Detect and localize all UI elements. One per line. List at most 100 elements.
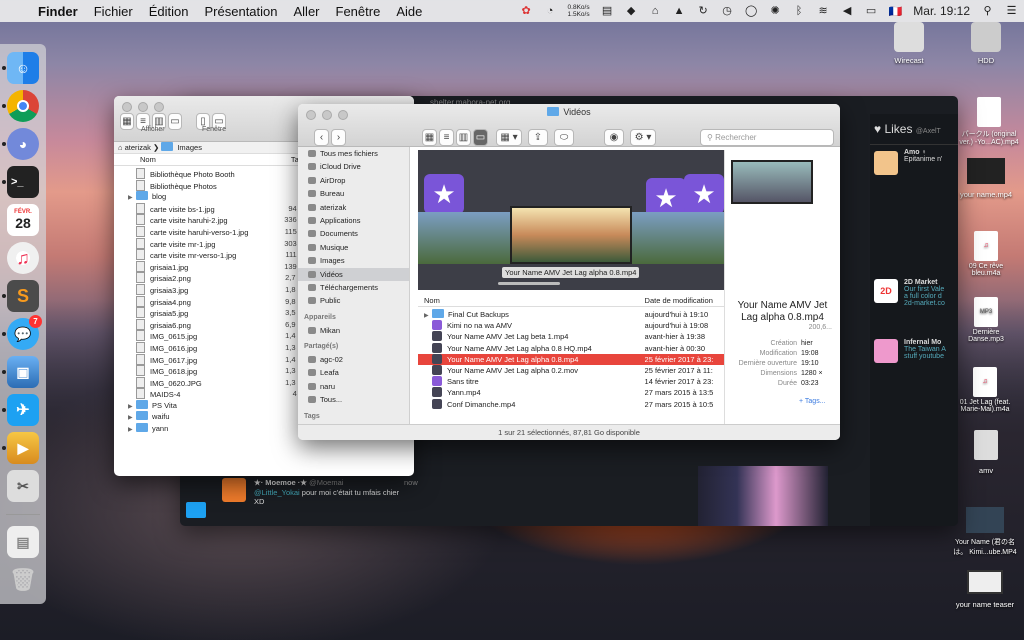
sync-icon[interactable]: ↻ bbox=[697, 5, 710, 18]
transmit-dock-icon[interactable]: ▶ bbox=[7, 432, 39, 464]
desktop-icon-hdd[interactable]: HDD bbox=[955, 22, 1017, 65]
sidebar-item-tous-[interactable]: Tous... bbox=[298, 393, 409, 406]
disclosure-triangle-icon[interactable]: ▶ bbox=[128, 413, 136, 423]
view-coverflow-button[interactable]: ▭ bbox=[168, 113, 182, 130]
twitter-dock-icon[interactable]: ✈ bbox=[7, 394, 39, 426]
finder-dock-icon[interactable]: ☺ bbox=[7, 52, 39, 84]
disclosure-triangle-icon[interactable]: ▶ bbox=[128, 425, 136, 435]
sidebar-item-tous-mes-fichiers[interactable]: Tous mes fichiers bbox=[298, 147, 409, 160]
zoom-button[interactable] bbox=[154, 102, 164, 112]
disclosure-triangle-icon[interactable]: ▶ bbox=[128, 193, 136, 203]
list-item[interactable]: ▶ Final Cut Backups aujourd'hui à 19:10 bbox=[418, 309, 724, 320]
brightness-icon[interactable]: ✺ bbox=[769, 5, 782, 18]
messages-dock-icon[interactable]: 💬 7 bbox=[7, 315, 42, 350]
view-icons-button[interactable]: ▦ bbox=[120, 113, 134, 130]
clock[interactable]: Mar. 19:12 bbox=[913, 4, 970, 18]
calendar-dock-icon[interactable]: FÉVR. 28 bbox=[7, 204, 39, 236]
sidebar-item-airdrop[interactable]: AirDrop bbox=[298, 174, 409, 187]
volume-icon[interactable]: ◀ bbox=[841, 5, 854, 18]
list-item[interactable]: Kimi no na wa AMV aujourd'hui à 19:08 bbox=[418, 320, 724, 331]
monitor-icon[interactable]: ▤ bbox=[601, 5, 614, 18]
terminal-dock-icon[interactable]: >_ bbox=[7, 166, 39, 198]
preview-dock-icon[interactable]: ▣ bbox=[7, 356, 39, 388]
like-item[interactable]: Infernal Mo The Taiwan A stuff youtube bbox=[870, 335, 958, 435]
arrange-button[interactable]: ▦ ▾ bbox=[496, 129, 522, 146]
desktop-icon-wirecast[interactable]: Wirecast bbox=[878, 22, 940, 65]
discord-dock-icon[interactable]: ◕ bbox=[7, 128, 39, 160]
back-button[interactable]: ‹ bbox=[314, 129, 329, 146]
menu-aller[interactable]: Aller bbox=[294, 4, 320, 19]
view-columns-button[interactable]: ▥ bbox=[456, 129, 471, 146]
tag-button[interactable]: ⬭ bbox=[554, 129, 574, 146]
chrome-dock-icon[interactable] bbox=[7, 90, 39, 122]
disclosure-triangle-icon[interactable]: ▶ bbox=[424, 311, 432, 320]
share-button[interactable]: ⇪ bbox=[528, 129, 548, 146]
search-field[interactable]: ⚲ Rechercher bbox=[700, 129, 834, 146]
list-item[interactable]: Your Name AMV Jet Lag alpha 0.8 HQ.mp4 av… bbox=[418, 342, 724, 354]
sidebar-item-icloud-drive[interactable]: iCloud Drive bbox=[298, 160, 409, 173]
list-item[interactable]: Your Name AMV Jet Lag alpha 0.8.mp4 25 fé… bbox=[418, 353, 724, 365]
drive-icon[interactable]: ▲ bbox=[673, 5, 686, 18]
quicklook-button[interactable]: ◉ bbox=[604, 129, 624, 146]
sidebar-item-bureau[interactable]: Bureau bbox=[298, 187, 409, 200]
home-icon[interactable]: ⌂ bbox=[649, 5, 662, 18]
sidebar-item-images[interactable]: Images bbox=[298, 254, 409, 267]
view-coverflow-button[interactable]: ▭ bbox=[473, 129, 488, 146]
desktop-icon-your-name[interactable]: your name.mp4 bbox=[955, 158, 1017, 199]
view-list-button[interactable]: ≡ bbox=[439, 129, 454, 146]
dropbox-icon[interactable]: ◆ bbox=[625, 5, 638, 18]
menu-presentation[interactable]: Présentation bbox=[205, 4, 278, 19]
add-tags-link[interactable]: + Tags... bbox=[799, 398, 826, 405]
chat-icon[interactable]: ◯ bbox=[745, 5, 758, 18]
sidebar-item-documents[interactable]: Documents bbox=[298, 227, 409, 240]
list-item[interactable]: Your Name AMV Jet Lag alpha 0.2.mov 25 fé… bbox=[418, 364, 724, 376]
breadcrumb-item[interactable]: aterizak bbox=[125, 143, 151, 152]
utility-dock-icon[interactable]: ✂ bbox=[7, 470, 39, 502]
like-item[interactable]: Amo ♀ Epitanime n' bbox=[870, 145, 958, 275]
battery-gauge-icon[interactable]: ◔ bbox=[544, 5, 557, 18]
sidebar-item-naru[interactable]: naru bbox=[298, 380, 409, 393]
like-item[interactable]: 2D 2D Market Our first Vale a full color … bbox=[870, 275, 958, 335]
menu-fichier[interactable]: Fichier bbox=[94, 4, 133, 19]
desktop-icon-teaser[interactable]: your name teaser bbox=[946, 570, 1024, 609]
itunes-dock-icon[interactable]: ♫ bbox=[7, 242, 39, 274]
minimize-button[interactable] bbox=[138, 102, 148, 112]
document-dock-icon[interactable]: ▤ bbox=[7, 526, 39, 558]
menu-fenetre[interactable]: Fenêtre bbox=[336, 4, 381, 19]
twitter-logo-icon[interactable] bbox=[186, 502, 206, 518]
breadcrumb-item[interactable]: Images bbox=[177, 143, 202, 152]
spotlight-icon[interactable]: ⚲ bbox=[981, 5, 994, 18]
status-app-icon[interactable]: ✿ bbox=[520, 5, 533, 18]
sidebar-item-aterizak[interactable]: aterizak bbox=[298, 201, 409, 214]
disclosure-triangle-icon[interactable]: ▶ bbox=[128, 402, 136, 412]
time-machine-icon[interactable]: ◷ bbox=[721, 5, 734, 18]
menu-edition[interactable]: Édition bbox=[149, 4, 189, 19]
input-flag[interactable]: 🇫🇷 bbox=[889, 5, 903, 18]
sidebar-item-leafa[interactable]: Leafa bbox=[298, 366, 409, 379]
tweet-item[interactable]: ★· Moemoe ·★ @Moemai now @Little_Yokai p… bbox=[180, 474, 430, 518]
forward-button[interactable]: › bbox=[331, 129, 346, 146]
cover-flow-scrollbar[interactable] bbox=[498, 282, 560, 285]
battery-icon[interactable]: ▭ bbox=[865, 5, 878, 18]
view-icons-button[interactable]: ▦ bbox=[422, 129, 437, 146]
sidebar-item-t-l-chargements[interactable]: Téléchargements bbox=[298, 281, 409, 294]
column-header-date[interactable]: Date de modification bbox=[645, 294, 724, 306]
sidebar-item-public[interactable]: Public bbox=[298, 294, 409, 307]
list-item[interactable]: Yann.mp4 27 mars 2015 à 13:5 bbox=[418, 387, 724, 398]
cover-flow[interactable]: ★ ★ ★ Your Name AMV Jet Lag alpha 0.8.mp… bbox=[418, 150, 724, 290]
close-button[interactable] bbox=[122, 102, 132, 112]
desktop-icon-amv[interactable]: amv bbox=[955, 430, 1017, 475]
sidebar-item-mikan[interactable]: Mikan bbox=[298, 324, 409, 337]
notification-center-icon[interactable]: ☰ bbox=[1005, 5, 1018, 18]
trash-dock-icon[interactable]: 🗑 bbox=[7, 564, 39, 596]
column-header-name[interactable]: Nom bbox=[424, 294, 645, 306]
list-item[interactable]: Sans titre 14 février 2017 à 23: bbox=[418, 376, 724, 387]
list-item[interactable]: Conf Dimanche.mp4 27 mars 2015 à 10:5 bbox=[418, 398, 724, 410]
action-button[interactable]: ⚙ ▾ bbox=[630, 129, 656, 146]
sidebar-item-agc-02[interactable]: agc-02 bbox=[298, 353, 409, 366]
sidebar-item-applications[interactable]: Applications bbox=[298, 214, 409, 227]
desktop-icon-derniere-danse[interactable]: MP3 Dernière Danse.mp3 bbox=[955, 290, 1017, 343]
menu-app[interactable]: Finder bbox=[38, 4, 78, 19]
list-item[interactable]: Your Name AMV Jet Lag beta 1.mp4 avant-hi… bbox=[418, 331, 724, 342]
bluetooth-icon[interactable]: ᛒ bbox=[793, 5, 806, 18]
